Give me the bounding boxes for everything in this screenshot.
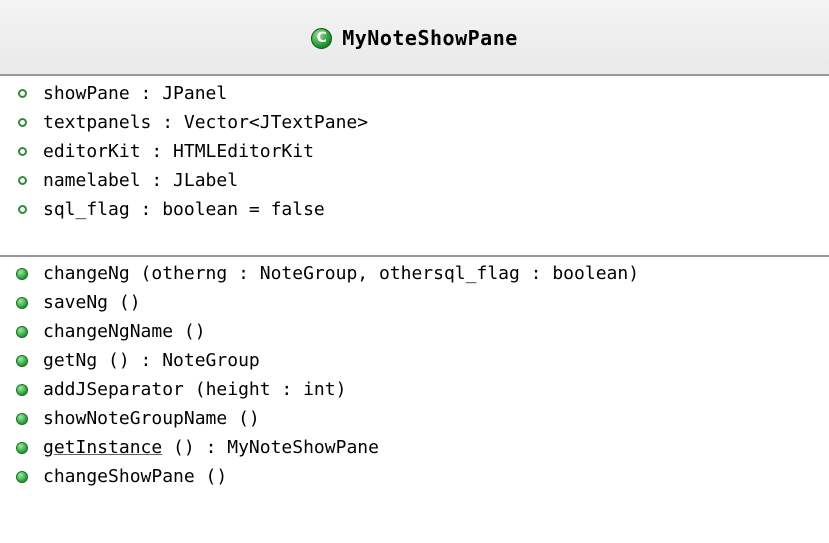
operation-name: showNoteGroupName [43,408,228,429]
operation-signature: () [227,408,260,429]
attribute-row[interactable]: textpanels : Vector<JTextPane> [10,108,829,137]
operation-row[interactable]: saveNg () [10,288,829,317]
class-header[interactable]: C MyNoteShowPane [0,0,829,76]
attribute-row[interactable]: editorKit : HTMLEditorKit [10,137,829,166]
attribute-text: textpanels : Vector<JTextPane> [43,112,369,133]
field-icon [18,176,27,185]
attribute-row[interactable]: namelabel : JLabel [10,166,829,195]
field-icon [18,89,27,98]
operation-row[interactable]: changeNgName () [10,317,829,346]
operation-signature: () : MyNoteShowPane [162,437,379,458]
operation-row[interactable]: getInstance () : MyNoteShowPane [10,433,829,462]
attribute-text: editorKit : HTMLEditorKit [43,141,314,162]
method-icon [16,441,28,454]
field-icon [18,118,27,127]
method-icon [16,296,28,309]
attribute-row[interactable]: sql_flag : boolean = false [10,195,829,224]
operation-signature: () [173,321,206,342]
operation-name-static: getInstance [43,437,163,458]
method-icon [16,267,28,280]
class-name[interactable]: MyNoteShowPane [342,26,518,50]
operation-signature: () : NoteGroup [97,350,260,371]
field-icon [18,205,27,214]
operation-signature: () [194,466,228,487]
operation-name: changeNgName [43,321,174,342]
operation-row[interactable]: changeNg (otherng : NoteGroup, othersql_… [10,259,829,288]
attribute-row[interactable]: showPane : JPanel [10,79,829,108]
operation-signature: (height : int) [183,379,347,400]
operation-row[interactable]: getNg () : NoteGroup [10,346,829,375]
operations-compartment: changeNg (otherng : NoteGroup, othersql_… [0,257,829,491]
attribute-text: namelabel : JLabel [43,170,239,191]
class-icon: C [311,27,333,49]
method-icon [16,383,28,396]
uml-class-box[interactable]: C MyNoteShowPane showPane : JPanel textp… [0,0,829,543]
method-icon [16,325,28,338]
attribute-text: showPane : JPanel [43,83,228,104]
attribute-text: sql_flag : boolean = false [43,199,325,220]
operation-signature: (otherng : NoteGroup, othersql_flag : bo… [129,263,640,284]
operation-name: changeShowPane [43,466,195,487]
method-icon [16,470,28,483]
operation-row[interactable]: showNoteGroupName () [10,404,829,433]
operation-name: saveNg [43,292,109,313]
field-icon [18,147,27,156]
operation-row[interactable]: changeShowPane () [10,462,829,491]
operation-name: changeNg [43,263,130,284]
method-icon [16,412,28,425]
operation-row[interactable]: addJSeparator (height : int) [10,375,829,404]
operation-name: getNg [43,350,98,371]
method-icon [16,354,28,367]
operation-signature: () [108,292,141,313]
operation-name: addJSeparator [43,379,184,400]
attributes-compartment: showPane : JPanel textpanels : Vector<JT… [0,76,829,257]
